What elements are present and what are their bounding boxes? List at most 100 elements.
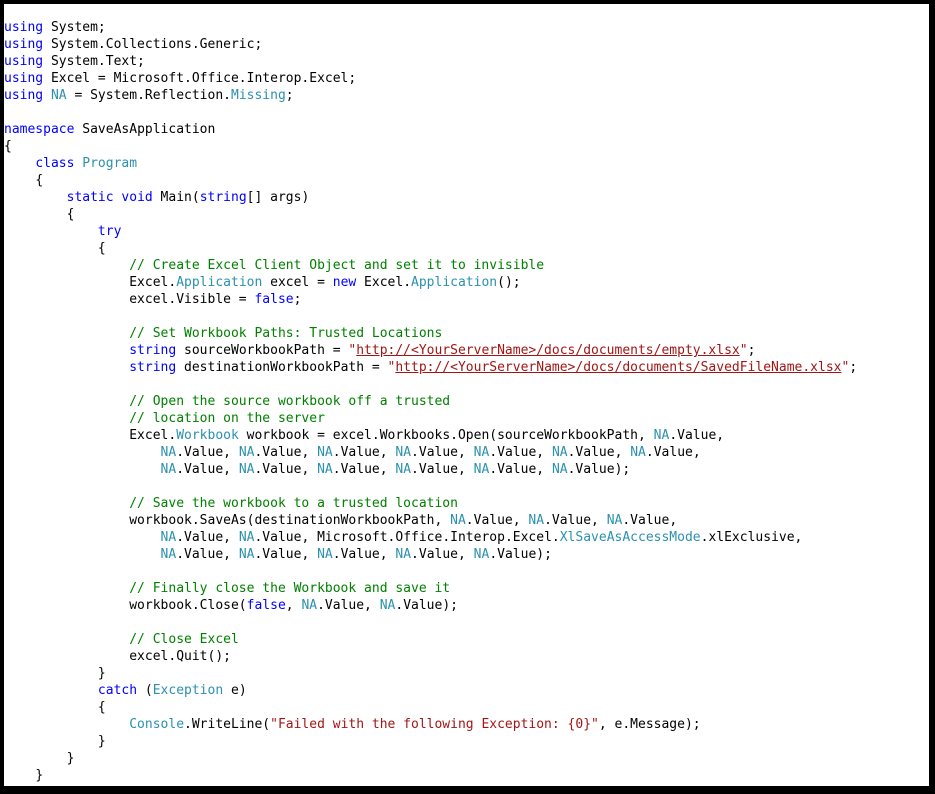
code-plain: .Value, bbox=[332, 462, 396, 477]
code-comment: // Create Excel Client Object and set it… bbox=[129, 258, 545, 273]
code-type: Console bbox=[129, 717, 185, 732]
code-line: // Save the workbook to a trusted locati… bbox=[4, 495, 929, 512]
code-plain: , bbox=[285, 598, 302, 613]
code-plain: excel = bbox=[262, 275, 333, 290]
code-line: // Finally close the Workbook and save i… bbox=[4, 580, 929, 597]
code-line: } bbox=[4, 733, 929, 750]
code-url-link[interactable]: http://<YourServerName>/docs/documents/S… bbox=[395, 360, 841, 375]
code-plain: System.Collections.Generic; bbox=[43, 37, 263, 52]
code-listing: using System; using System.Collections.Ge… bbox=[4, 19, 929, 786]
code-type: Program bbox=[82, 156, 138, 171]
code-comment: // location on the server bbox=[129, 411, 325, 426]
code-plain: .Value, bbox=[544, 513, 607, 528]
code-plain: .Value); bbox=[395, 598, 458, 613]
code-line: { bbox=[4, 138, 929, 155]
code-plain: destinationWorkbookPath = bbox=[176, 360, 388, 375]
code-url-link[interactable]: http://<YourServerName>/docs/documents/e… bbox=[356, 343, 740, 358]
code-line: workbook.SaveAs(destinationWorkbookPath,… bbox=[4, 512, 929, 529]
code-line: using System.Text; bbox=[4, 53, 929, 70]
code-keyword: string bbox=[129, 360, 177, 375]
code-type: NA bbox=[630, 445, 646, 460]
code-string: "Failed with the following Exception: {0… bbox=[270, 717, 599, 732]
code-plain: System; bbox=[43, 20, 106, 35]
code-type: NA bbox=[50, 88, 67, 103]
code-line: { bbox=[4, 699, 929, 716]
code-plain: } bbox=[97, 734, 106, 749]
code-plain: } bbox=[35, 768, 44, 783]
code-type: Workbook bbox=[176, 428, 239, 443]
code-plain: .WriteLine( bbox=[184, 717, 271, 732]
code-plain: .Value, bbox=[176, 530, 239, 545]
code-plain: .Value, Microsoft.Office.Interop.Excel. bbox=[254, 530, 560, 545]
code-keyword: namespace bbox=[4, 122, 75, 137]
code-line: class Program bbox=[4, 155, 929, 172]
code-plain: .Value, bbox=[176, 445, 239, 460]
code-type: NA bbox=[653, 428, 670, 443]
code-type: NA bbox=[160, 445, 177, 460]
code-plain: { bbox=[66, 207, 75, 222]
code-plain bbox=[43, 88, 51, 103]
code-plain: { bbox=[97, 700, 106, 715]
code-type: NA bbox=[379, 598, 396, 613]
code-plain: ( bbox=[137, 683, 153, 698]
code-comment: // Save the workbook to a trusted locati… bbox=[129, 496, 458, 511]
code-plain: Excel = Microsoft.Office.Interop.Excel; bbox=[43, 71, 357, 86]
code-type: Application bbox=[176, 275, 263, 290]
code-keyword: catch bbox=[97, 683, 138, 698]
code-line: excel.Visible = false; bbox=[4, 291, 929, 308]
code-line: } bbox=[4, 665, 929, 682]
code-plain: } bbox=[66, 751, 75, 766]
code-plain: .Value, bbox=[489, 462, 552, 477]
code-keyword: false bbox=[254, 292, 294, 307]
code-type: NA bbox=[395, 547, 412, 562]
code-plain: Excel. bbox=[129, 428, 177, 443]
code-plain: .Value, bbox=[645, 445, 701, 460]
code-type: XlSaveAsAccessMode bbox=[559, 530, 701, 545]
code-plain: ; bbox=[849, 360, 858, 375]
code-type: NA bbox=[395, 445, 412, 460]
code-plain: .Value, bbox=[411, 445, 474, 460]
code-line: using System; bbox=[4, 19, 929, 36]
code-type: Missing bbox=[231, 88, 286, 103]
code-keyword: string bbox=[199, 190, 247, 205]
code-keyword: using bbox=[4, 20, 44, 35]
code-line: } bbox=[4, 767, 929, 784]
code-line: namespace SaveAsApplication bbox=[4, 121, 929, 138]
code-type: NA bbox=[473, 445, 490, 460]
code-keyword: class bbox=[35, 156, 75, 171]
code-type: NA bbox=[160, 530, 177, 545]
code-plain: ; bbox=[293, 292, 302, 307]
code-keyword: new bbox=[332, 275, 357, 290]
code-plain: Main( bbox=[152, 190, 200, 205]
code-type: NA bbox=[160, 547, 177, 562]
code-plain: workbook = excel.Workbooks.Open(sourceWo… bbox=[238, 428, 654, 443]
code-type: NA bbox=[317, 547, 333, 562]
code-plain: .Value, bbox=[254, 462, 318, 477]
code-comment: // Finally close the Workbook and save i… bbox=[129, 581, 451, 596]
code-type: NA bbox=[238, 547, 255, 562]
code-plain: Excel. bbox=[129, 275, 177, 290]
code-type: NA bbox=[301, 598, 318, 613]
code-keyword: using bbox=[4, 37, 44, 52]
code-plain: ; bbox=[285, 88, 294, 103]
code-line: string sourceWorkbookPath = "http://<You… bbox=[4, 342, 929, 359]
